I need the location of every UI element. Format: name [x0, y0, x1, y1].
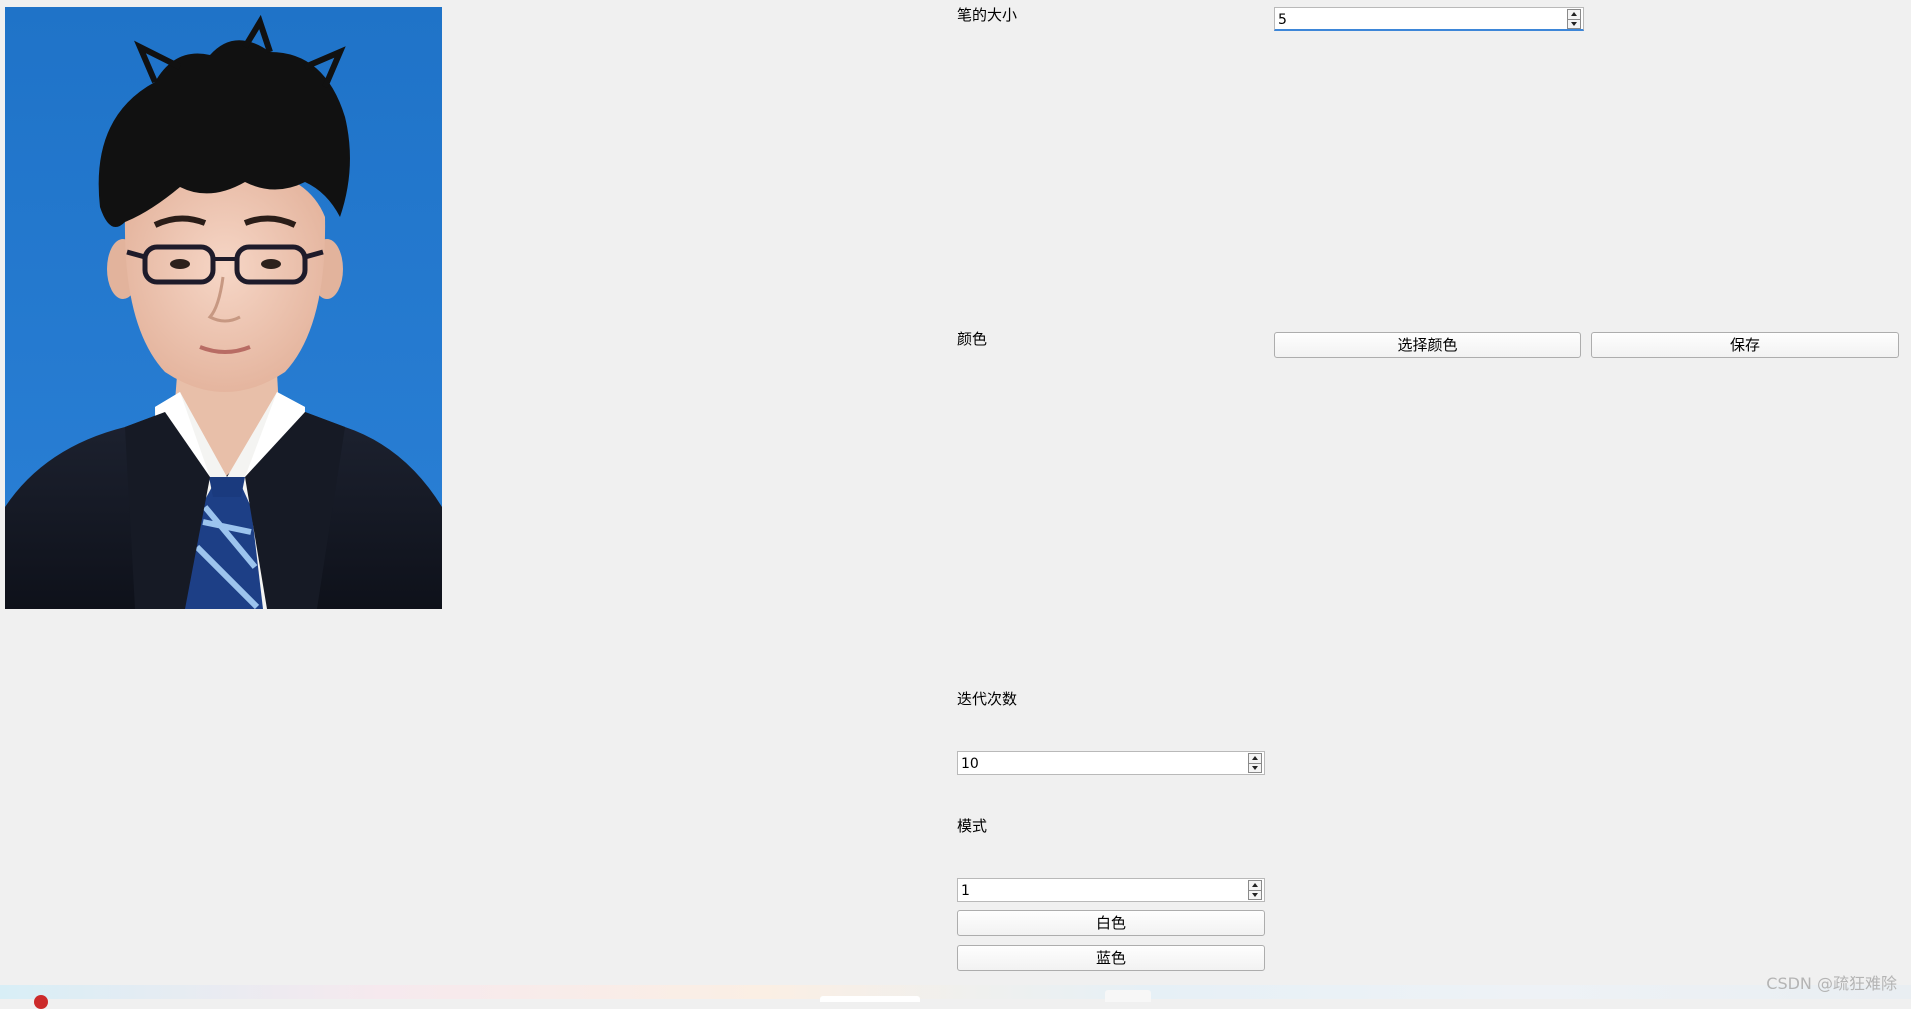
- iterations-decrement-button[interactable]: [1248, 763, 1262, 773]
- blue-background-button[interactable]: 蓝色: [957, 945, 1265, 971]
- brush-size-value[interactable]: 5: [1278, 11, 1287, 29]
- arrow-up-icon: [1252, 883, 1258, 888]
- arrow-down-icon: [1571, 21, 1577, 26]
- iterations-value[interactable]: 10: [961, 755, 979, 773]
- arrow-up-icon: [1571, 12, 1577, 17]
- mode-increment-button[interactable]: [1248, 880, 1262, 891]
- iterations-label: 迭代次数: [957, 690, 1018, 708]
- choose-color-button[interactable]: 选择颜色: [1274, 332, 1581, 358]
- brush-size-decrement-button[interactable]: [1567, 19, 1581, 29]
- id-photo: [5, 7, 442, 609]
- arrow-down-icon: [1252, 765, 1258, 770]
- brush-size-increment-button[interactable]: [1567, 9, 1581, 20]
- mode-stepper[interactable]: [1248, 880, 1262, 900]
- color-label: 颜色: [957, 330, 988, 348]
- mode-spinbox[interactable]: 1: [957, 878, 1265, 902]
- taskbar-tab[interactable]: [1105, 990, 1151, 1002]
- taskbar-strip: [0, 985, 1911, 1009]
- brush-size-label: 笔的大小: [957, 6, 1018, 24]
- white-background-button[interactable]: 白色: [957, 910, 1265, 936]
- portrait-image: [5, 7, 442, 609]
- app-window: 笔的大小 5 颜色 选择颜色 保存 迭代次数 10 模式 1 白色 蓝色 CSD: [0, 0, 1911, 1009]
- iterations-stepper[interactable]: [1248, 753, 1262, 773]
- taskbar-tab[interactable]: [820, 996, 920, 1002]
- mode-decrement-button[interactable]: [1248, 890, 1262, 900]
- mode-label: 模式: [957, 817, 988, 835]
- arrow-up-icon: [1252, 756, 1258, 761]
- iterations-spinbox[interactable]: 10: [957, 751, 1265, 775]
- watermark: CSDN @疏狂难除: [1766, 974, 1897, 993]
- arrow-down-icon: [1252, 892, 1258, 897]
- save-button[interactable]: 保存: [1591, 332, 1899, 358]
- brush-size-spinbox[interactable]: 5: [1274, 7, 1584, 31]
- mode-value[interactable]: 1: [961, 882, 970, 900]
- iterations-increment-button[interactable]: [1248, 753, 1262, 764]
- app-badge-icon: [34, 995, 48, 1009]
- brush-size-stepper[interactable]: [1567, 9, 1581, 29]
